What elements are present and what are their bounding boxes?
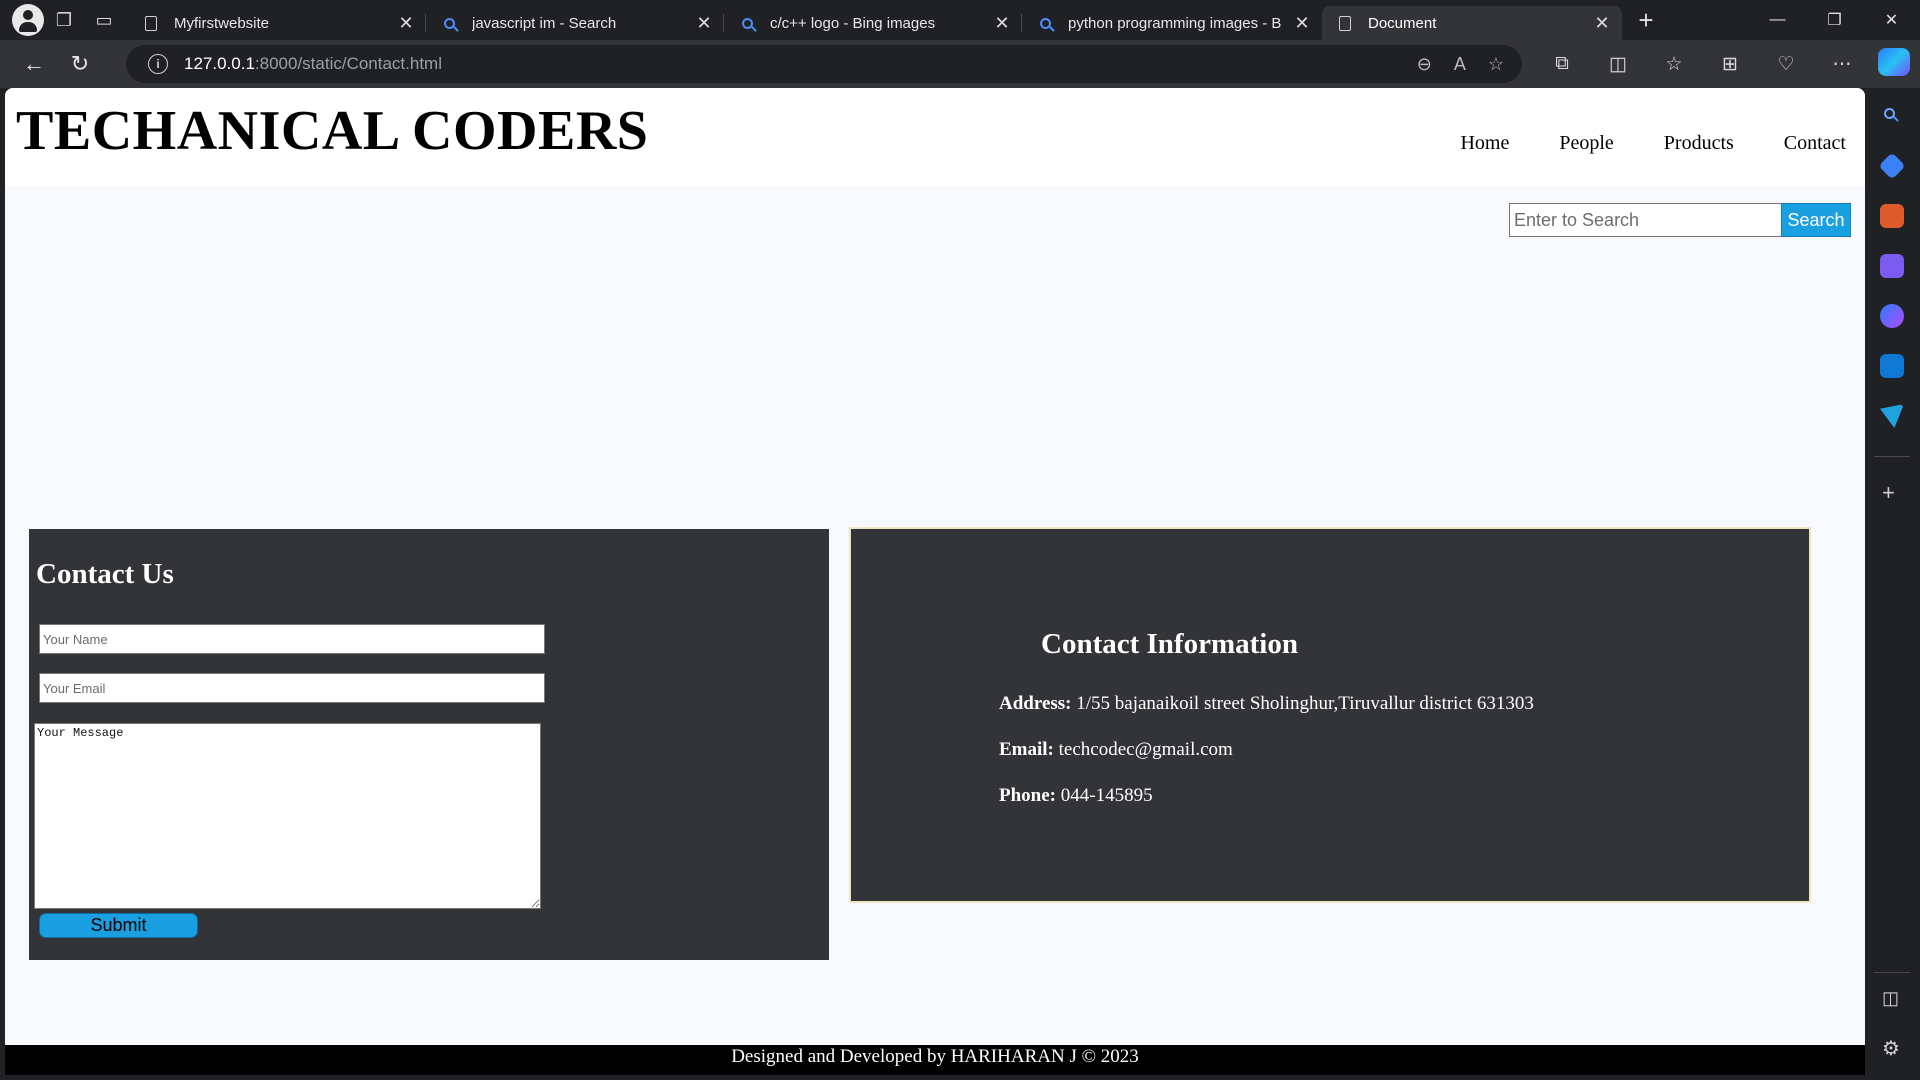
site-header: TECHANICAL CODERS Home People Products C… <box>5 88 1865 186</box>
submit-button[interactable]: Submit <box>39 913 198 938</box>
message-field[interactable] <box>34 723 541 909</box>
url-host: 127.0.0.1 <box>184 54 255 73</box>
collections-icon[interactable]: ⊞ <box>1702 53 1758 76</box>
url-path: :8000/static/Contact.html <box>254 54 442 73</box>
favorites-icon[interactable]: ☆ <box>1646 53 1702 76</box>
close-tab-icon[interactable]: ✕ <box>1292 13 1312 34</box>
close-window-icon[interactable]: ✕ <box>1863 0 1920 40</box>
new-tab-icon[interactable]: + <box>1626 5 1666 36</box>
add-sidebar-app-icon[interactable]: + <box>1882 480 1895 506</box>
tab-strip: Myfirstwebsite ✕ javascript im - Search … <box>128 0 1622 40</box>
url-text[interactable]: 127.0.0.1:8000/static/Contact.html <box>184 54 442 74</box>
workspaces-icon[interactable]: ❐ <box>44 0 84 40</box>
sidebar-settings-icon[interactable]: ⚙ <box>1882 1036 1900 1061</box>
address-line: Address: 1/55 bajanaikoil street Sholing… <box>999 693 1534 715</box>
games-chess-icon[interactable] <box>1880 254 1904 278</box>
browser-tab[interactable]: python programming images - B ✕ <box>1021 6 1322 40</box>
browser-tab[interactable]: c/c++ logo - Bing images ✕ <box>723 6 1022 40</box>
microsoft-365-icon[interactable] <box>1880 304 1904 328</box>
phone-label: Phone: <box>999 785 1056 806</box>
shopping-tag-icon[interactable] <box>1878 152 1906 180</box>
email-field[interactable] <box>39 673 545 703</box>
search-button[interactable]: Search <box>1781 203 1851 237</box>
address-value: 1/55 bajanaikoil street Sholinghur,Tiruv… <box>1076 693 1534 714</box>
tab-title: Document <box>1368 14 1437 32</box>
nav-products[interactable]: Products <box>1664 132 1734 155</box>
browser-essentials-icon[interactable]: ♡ <box>1758 53 1814 76</box>
minimize-icon[interactable]: — <box>1749 0 1806 40</box>
address-bar[interactable]: i 127.0.0.1:8000/static/Contact.html ⊖ A… <box>126 45 1522 83</box>
close-tab-icon[interactable]: ✕ <box>1592 13 1612 34</box>
browser-tool-icons: ⧉ ◫ ☆ ⊞ ♡ ⋯ <box>1534 40 1870 88</box>
close-tab-icon[interactable]: ✕ <box>396 13 416 34</box>
sidebar-divider <box>1874 456 1910 457</box>
tab-title: Myfirstwebsite <box>174 14 270 32</box>
tab-title: c/c++ logo - Bing images <box>770 14 936 32</box>
site-footer: Designed and Developed by HARIHARAN J © … <box>5 1045 1865 1075</box>
contact-form-panel: Contact Us Submit <box>29 529 829 960</box>
zoom-out-icon[interactable]: ⊖ <box>1417 54 1432 75</box>
contact-info-panel: Contact Information Address: 1/55 bajana… <box>849 527 1811 903</box>
search-icon <box>738 14 756 32</box>
document-icon <box>1336 14 1354 32</box>
copilot-icon[interactable] <box>1878 48 1910 76</box>
browser-tab-active[interactable]: Document ✕ <box>1322 6 1622 40</box>
browser-tab-bar: ❐ ▭ Myfirstwebsite ✕ javascript im - Sea… <box>0 0 1920 40</box>
edge-sidebar: + ◫ ⚙ <box>1864 48 1920 1080</box>
site-search: Search <box>1509 203 1851 237</box>
email-line: Email: techcodec@gmail.com <box>999 739 1233 761</box>
sidebar-search-icon[interactable] <box>1880 104 1904 128</box>
phone-line: Phone: 044-145895 <box>999 785 1153 807</box>
search-input[interactable] <box>1509 203 1781 237</box>
browser-tab[interactable]: Myfirstwebsite ✕ <box>128 6 426 40</box>
address-bar-actions: ⊖ A ☆ <box>1417 45 1504 83</box>
refresh-icon[interactable]: ↻ <box>58 44 102 84</box>
site-brand: TECHANICAL CODERS <box>16 100 649 162</box>
nav-home[interactable]: Home <box>1460 132 1509 155</box>
browser-toolbar: ← ↻ i 127.0.0.1:8000/static/Contact.html… <box>0 40 1920 88</box>
hide-sidebar-icon[interactable]: ◫ <box>1882 988 1899 1009</box>
back-arrow-icon[interactable]: ← <box>12 44 56 84</box>
tab-title: javascript im - Search <box>472 14 617 32</box>
search-icon <box>440 14 458 32</box>
drop-icon[interactable] <box>1880 404 1904 428</box>
phone-value: 044-145895 <box>1060 785 1153 806</box>
name-field[interactable] <box>39 624 545 654</box>
sidebar-divider <box>1874 972 1910 973</box>
email-value: techcodec@gmail.com <box>1058 739 1233 760</box>
site-info-icon[interactable]: i <box>148 54 168 74</box>
tools-briefcase-icon[interactable] <box>1880 204 1904 228</box>
extensions-icon[interactable]: ⧉ <box>1534 53 1590 75</box>
vertical-tabs-icon[interactable]: ▭ <box>84 0 124 40</box>
contact-info-heading: Contact Information <box>1041 628 1298 660</box>
browser-tab[interactable]: javascript im - Search ✕ <box>425 6 724 40</box>
contact-form-heading: Contact Us <box>36 558 174 590</box>
search-icon <box>1036 14 1054 32</box>
more-options-icon[interactable]: ⋯ <box>1814 53 1870 76</box>
window-controls: — ❐ ✕ <box>1749 0 1920 40</box>
address-label: Address: <box>999 693 1072 714</box>
close-tab-icon[interactable]: ✕ <box>694 13 714 34</box>
read-aloud-icon[interactable]: A <box>1454 54 1466 75</box>
split-screen-icon[interactable]: ◫ <box>1590 53 1646 76</box>
favorite-star-icon[interactable]: ☆ <box>1488 54 1504 75</box>
page-viewport: TECHANICAL CODERS Home People Products C… <box>5 88 1865 1075</box>
document-icon <box>142 14 160 32</box>
nav-contact[interactable]: Contact <box>1784 132 1846 155</box>
nav-people[interactable]: People <box>1559 132 1613 155</box>
restore-icon[interactable]: ❐ <box>1806 0 1863 40</box>
outlook-icon[interactable] <box>1880 354 1904 378</box>
close-tab-icon[interactable]: ✕ <box>992 13 1012 34</box>
email-label: Email: <box>999 739 1054 760</box>
profile-avatar-icon[interactable] <box>12 4 44 36</box>
site-nav: Home People Products Contact <box>1460 132 1846 155</box>
tab-title: python programming images - B <box>1068 14 1282 32</box>
